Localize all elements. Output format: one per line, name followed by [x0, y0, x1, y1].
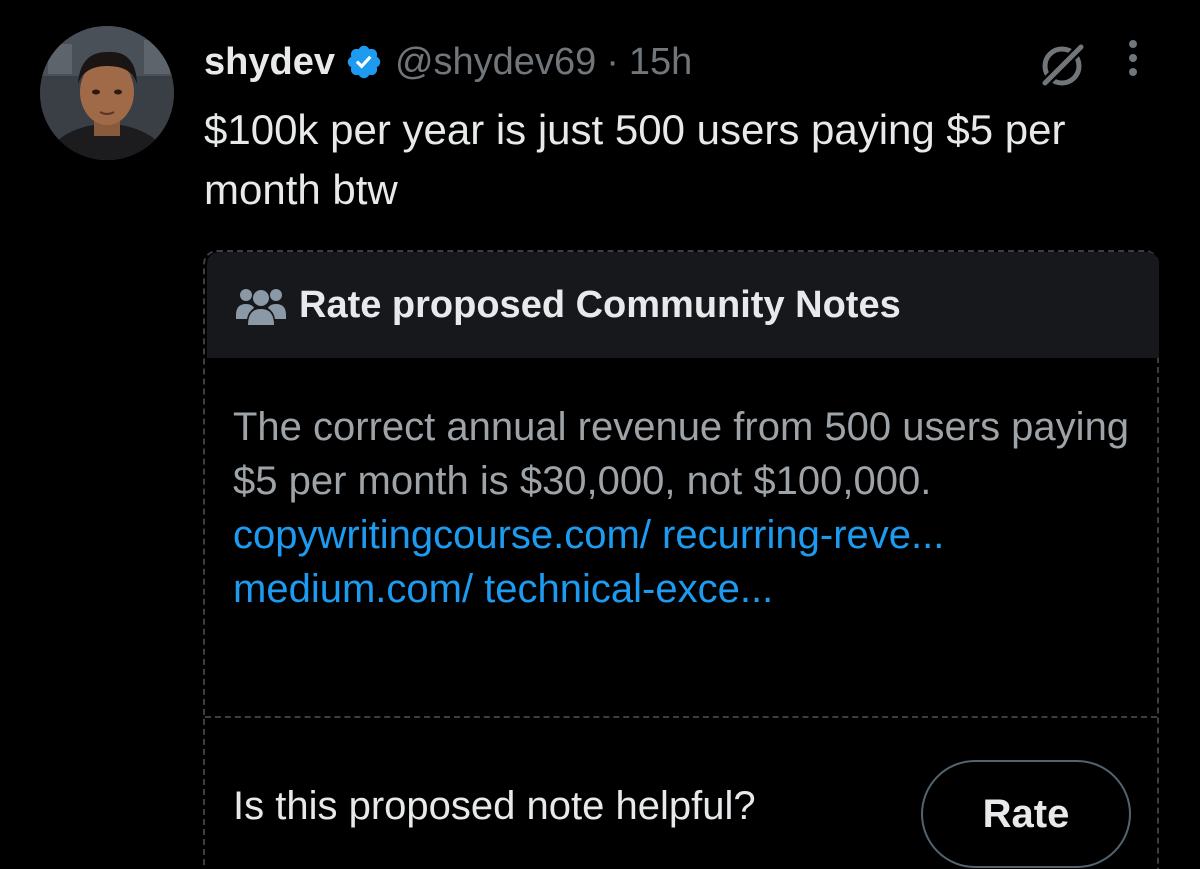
- people-icon: [233, 283, 289, 327]
- note-link-copywritingcourse[interactable]: copywritingcourse.com/ recurring-reve...: [233, 513, 944, 557]
- helpful-question: Is this proposed note helpful?: [233, 784, 756, 828]
- tweet-text: $100k per year is just 500 users paying …: [204, 106, 1066, 213]
- divider: [205, 716, 1157, 718]
- verified-badge-icon: [345, 43, 383, 81]
- user-handle[interactable]: @shydev69: [395, 41, 596, 84]
- note-body-text: The correct annual revenue from 500 user…: [233, 405, 1130, 503]
- more-vertical-icon[interactable]: [1118, 38, 1148, 78]
- community-note-card: Rate proposed Community Notes The correc…: [203, 250, 1159, 869]
- avatar[interactable]: [40, 26, 174, 160]
- timestamp[interactable]: 15h: [629, 41, 692, 84]
- note-link-medium[interactable]: medium.com/ technical-exce...: [233, 567, 773, 611]
- community-note-header: Rate proposed Community Notes: [207, 252, 1159, 358]
- tweet-container: shydev @shydev69 · 15h $100k per year is…: [0, 0, 1200, 869]
- community-note-title: Rate proposed Community Notes: [299, 283, 901, 326]
- display-name[interactable]: shydev: [204, 41, 335, 84]
- grok-icon[interactable]: [1036, 38, 1088, 90]
- separator-dot: ·: [606, 40, 619, 83]
- community-note-body: The correct annual revenue from 500 user…: [233, 400, 1133, 616]
- avatar-image: [40, 26, 174, 160]
- rate-button[interactable]: Rate: [921, 760, 1131, 868]
- tweet-header: shydev @shydev69 · 15h: [204, 34, 692, 90]
